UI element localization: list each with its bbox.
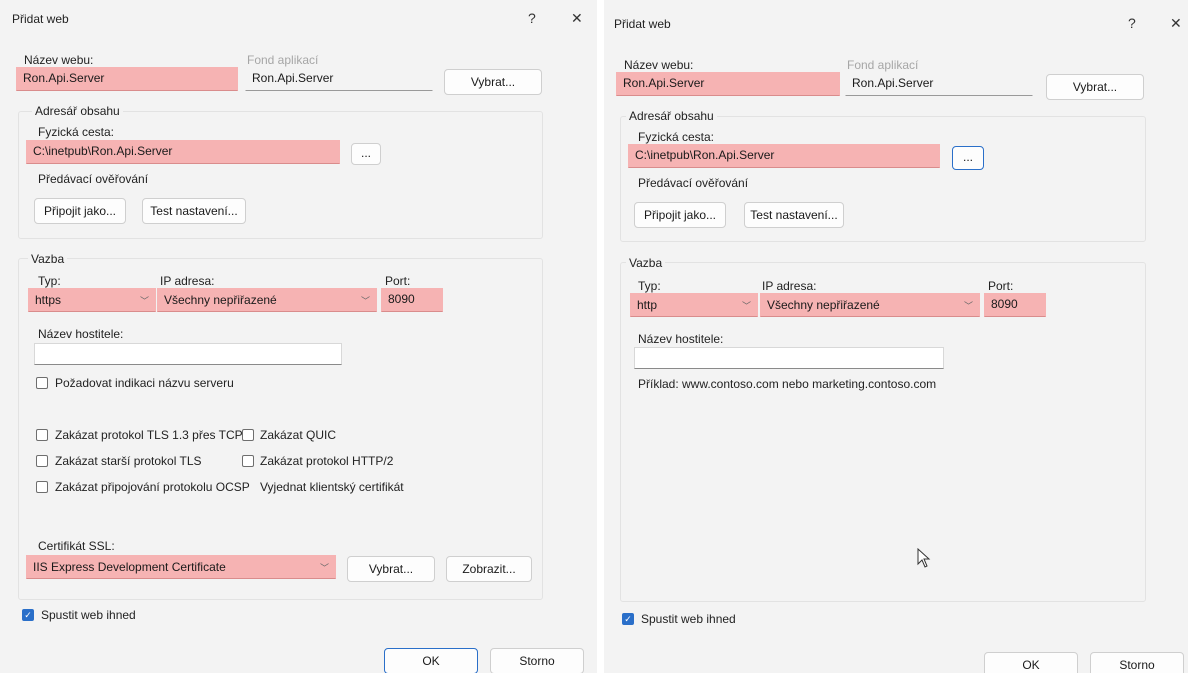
test-settings-button[interactable]: Test nastavení... xyxy=(744,202,844,228)
ssl-cert-value: IIS Express Development Certificate xyxy=(33,560,226,574)
disable-quic-label: Zakázat QUIC xyxy=(260,428,337,442)
add-website-dialog-https: Přidat web ? ✕ Název webu: Ron.Api.Serve… xyxy=(0,0,597,673)
physical-path-label: Fyzická cesta: xyxy=(38,125,115,139)
cancel-button[interactable]: Storno xyxy=(1090,652,1184,673)
physical-path-input[interactable]: C:\inetpub\Ron.Api.Server xyxy=(26,140,340,164)
disable-ocsp-label: Zakázat připojování protokolu OCSP xyxy=(55,480,250,494)
select-app-pool-button[interactable]: Vybrat... xyxy=(1046,74,1144,100)
binding-label: Vazba xyxy=(28,252,68,266)
dialog-title: Přidat web xyxy=(614,17,671,31)
hostname-input[interactable] xyxy=(634,347,944,369)
hostname-example: Příklad: www.contoso.com nebo marketing.… xyxy=(638,377,937,391)
help-icon[interactable]: ? xyxy=(528,10,536,26)
ip-address-select[interactable]: Všechny nepřiřazené ﹀ xyxy=(157,288,377,312)
disable-http2-checkbox[interactable] xyxy=(242,455,254,467)
start-website-checkbox[interactable]: ✓ xyxy=(22,609,34,621)
test-settings-button[interactable]: Test nastavení... xyxy=(142,198,246,224)
ssl-cert-label: Certifikát SSL: xyxy=(38,539,115,553)
ssl-cert-select[interactable]: IIS Express Development Certificate ﹀ xyxy=(26,555,336,579)
ok-button[interactable]: OK xyxy=(384,648,478,673)
hostname-label: Název hostitele: xyxy=(38,327,124,341)
site-name-input[interactable]: Ron.Api.Server xyxy=(16,67,238,91)
divider xyxy=(597,0,604,673)
hostname-input[interactable] xyxy=(34,343,342,365)
site-name-label: Název webu: xyxy=(624,58,694,72)
type-select[interactable]: https ﹀ xyxy=(28,288,156,312)
ip-address-label: IP adresa: xyxy=(160,274,215,288)
port-label: Port: xyxy=(385,274,411,288)
chevron-down-icon: ﹀ xyxy=(139,295,149,306)
app-pool-label: Fond aplikací xyxy=(847,58,919,72)
start-website-label: Spustit web ihned xyxy=(41,608,136,622)
start-website-checkbox[interactable]: ✓ xyxy=(622,613,634,625)
disable-legacy-tls-checkbox[interactable] xyxy=(36,455,48,467)
disable-tls13-label: Zakázat protokol TLS 1.3 přes TCP xyxy=(55,428,243,442)
physical-path-label: Fyzická cesta: xyxy=(638,130,715,144)
type-value: http xyxy=(637,298,658,312)
type-label: Typ: xyxy=(638,279,661,293)
content-directory-label: Adresář obsahu xyxy=(32,104,123,118)
close-icon[interactable]: ✕ xyxy=(1170,15,1182,32)
disable-legacy-tls-label: Zakázat starší protokol TLS xyxy=(55,454,202,468)
type-select[interactable]: http ﹀ xyxy=(630,293,758,317)
content-directory-label: Adresář obsahu xyxy=(626,109,717,123)
connect-as-button[interactable]: Připojit jako... xyxy=(34,198,126,224)
physical-path-input[interactable]: C:\inetpub\Ron.Api.Server xyxy=(628,144,940,168)
ip-address-value: Všechny nepřiřazené xyxy=(164,293,277,307)
ip-address-label: IP adresa: xyxy=(762,279,817,293)
start-website-label: Spustit web ihned xyxy=(641,612,736,626)
help-icon[interactable]: ? xyxy=(1128,15,1136,31)
connect-as-button[interactable]: Připojit jako... xyxy=(634,202,726,228)
ok-button[interactable]: OK xyxy=(984,652,1078,673)
app-pool-field: Ron.Api.Server xyxy=(845,72,1033,96)
close-icon[interactable]: ✕ xyxy=(571,10,583,27)
ip-address-select[interactable]: Všechny nepřiřazené ﹀ xyxy=(760,293,980,317)
chevron-down-icon: ﹀ xyxy=(319,562,329,573)
chevron-down-icon: ﹀ xyxy=(741,300,751,311)
chevron-down-icon: ﹀ xyxy=(360,295,370,306)
disable-ocsp-checkbox[interactable] xyxy=(36,481,48,493)
disable-tls13-checkbox[interactable] xyxy=(36,429,48,441)
app-pool-field: Ron.Api.Server xyxy=(245,67,433,91)
port-input[interactable]: 8090 xyxy=(984,293,1046,317)
browse-path-button[interactable]: ... xyxy=(351,143,381,165)
sni-checkbox[interactable] xyxy=(36,377,48,389)
sni-label: Požadovat indikaci názvu serveru xyxy=(55,376,234,390)
site-name-label: Název webu: xyxy=(24,53,94,67)
hostname-label: Název hostitele: xyxy=(638,332,724,346)
chevron-down-icon: ﹀ xyxy=(963,300,973,311)
type-label: Typ: xyxy=(38,274,61,288)
select-app-pool-button[interactable]: Vybrat... xyxy=(444,69,542,95)
pass-through-auth-label: Předávací ověřování xyxy=(638,176,749,190)
view-cert-button[interactable]: Zobrazit... xyxy=(446,556,532,582)
dialog-title: Přidat web xyxy=(12,12,69,26)
disable-http2-label: Zakázat protokol HTTP/2 xyxy=(260,454,394,468)
browse-path-button[interactable]: ... xyxy=(952,146,984,170)
mouse-cursor-icon xyxy=(917,547,931,571)
pass-through-auth-label: Předávací ověřování xyxy=(38,172,149,186)
disable-quic-checkbox[interactable] xyxy=(242,429,254,441)
port-input[interactable]: 8090 xyxy=(381,288,443,312)
app-pool-label: Fond aplikací xyxy=(247,53,319,67)
site-name-input[interactable]: Ron.Api.Server xyxy=(616,72,840,96)
type-value: https xyxy=(35,293,62,307)
add-website-dialog-http: Přidat web ? ✕ Název webu: Ron.Api.Serve… xyxy=(604,0,1188,673)
binding-label: Vazba xyxy=(626,256,666,270)
ip-address-value: Všechny nepřiřazené xyxy=(767,298,880,312)
negotiate-client-cert-label: Vyjednat klientský certifikát xyxy=(260,480,404,494)
select-cert-button[interactable]: Vybrat... xyxy=(347,556,435,582)
cancel-button[interactable]: Storno xyxy=(490,648,584,673)
port-label: Port: xyxy=(988,279,1014,293)
